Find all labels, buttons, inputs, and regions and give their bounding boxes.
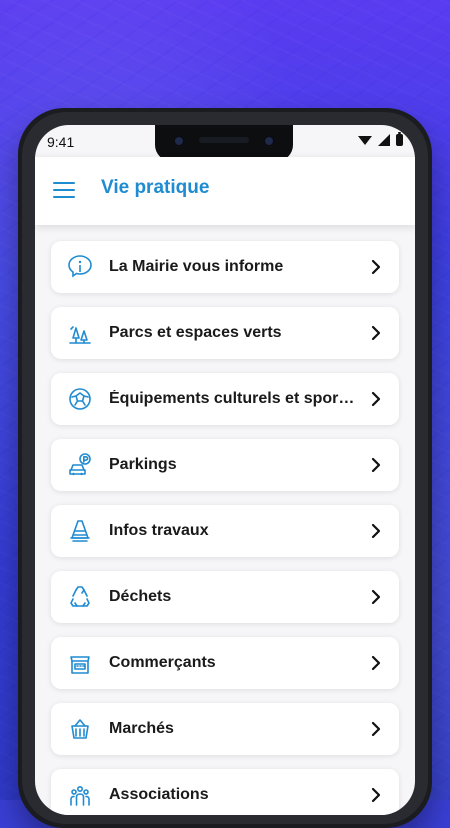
list-item-label: Déchets: [109, 588, 172, 605]
chevron-right-icon: [367, 456, 385, 474]
park-icon: [67, 320, 93, 346]
recycle-icon: [67, 584, 93, 610]
list-item-dechets[interactable]: Déchets: [51, 571, 399, 623]
chevron-right-icon: [367, 390, 385, 408]
list-item-marches[interactable]: Marchés: [51, 703, 399, 755]
parking-icon: [67, 452, 93, 478]
chevron-right-icon: [367, 720, 385, 738]
chevron-right-icon: [367, 654, 385, 672]
ball-icon: [67, 386, 93, 412]
people-icon: [67, 782, 93, 808]
display-notch: [155, 125, 293, 161]
practical-info-list: La Mairie vous informe Parcs et espaces …: [51, 241, 399, 815]
menu-line: [53, 182, 75, 184]
chevron-right-icon: [367, 522, 385, 540]
wifi-icon: [358, 135, 372, 145]
list-item-label: Infos travaux: [109, 522, 209, 539]
list-item-parkings[interactable]: Parkings: [51, 439, 399, 491]
signal-icon: [378, 134, 390, 146]
chevron-right-icon: [367, 786, 385, 804]
list-item-label: Commerçants: [109, 654, 216, 671]
app-bar: Vie pratique: [35, 157, 415, 225]
list-item-label: La Mairie vous informe: [109, 258, 284, 275]
basket-icon: [67, 716, 93, 742]
list-item-label: Équipements culturels et sportifs: [109, 390, 357, 407]
front-sensor-icon: [263, 135, 275, 147]
page-title: Vie pratique: [101, 177, 210, 198]
list-item-commercants[interactable]: Commerçants: [51, 637, 399, 689]
chevron-right-icon: [367, 588, 385, 606]
list-item-equipements[interactable]: Équipements culturels et sportifs: [51, 373, 399, 425]
list-item-label: Associations: [109, 786, 209, 803]
list-item-la-mairie[interactable]: La Mairie vous informe: [51, 241, 399, 293]
menu-line: [53, 189, 75, 191]
info-bubble-icon: [67, 254, 93, 280]
menu-line: [53, 196, 75, 198]
chevron-right-icon: [367, 258, 385, 276]
content: La Mairie vous informe Parcs et espaces …: [35, 225, 415, 815]
chevron-right-icon: [367, 324, 385, 342]
list-item-infos-travaux[interactable]: Infos travaux: [51, 505, 399, 557]
traffic-cone-icon: [67, 518, 93, 544]
list-item-label: Parcs et espaces verts: [109, 324, 282, 341]
front-camera-icon: [173, 135, 185, 147]
earpiece-speaker: [199, 137, 249, 143]
shop-icon: [67, 650, 93, 676]
list-item-parcs[interactable]: Parcs et espaces verts: [51, 307, 399, 359]
status-time: 9:41: [47, 134, 75, 150]
battery-icon: [396, 132, 403, 146]
list-item-associations[interactable]: Associations: [51, 769, 399, 815]
phone-frame: 9:41 Vie pratique La Mairie vous informe…: [18, 108, 432, 828]
status-icons: [358, 132, 403, 146]
list-item-label: Parkings: [109, 456, 177, 473]
list-item-label: Marchés: [109, 720, 174, 737]
menu-icon[interactable]: [53, 182, 75, 198]
phone-screen: 9:41 Vie pratique La Mairie vous informe…: [35, 125, 415, 815]
